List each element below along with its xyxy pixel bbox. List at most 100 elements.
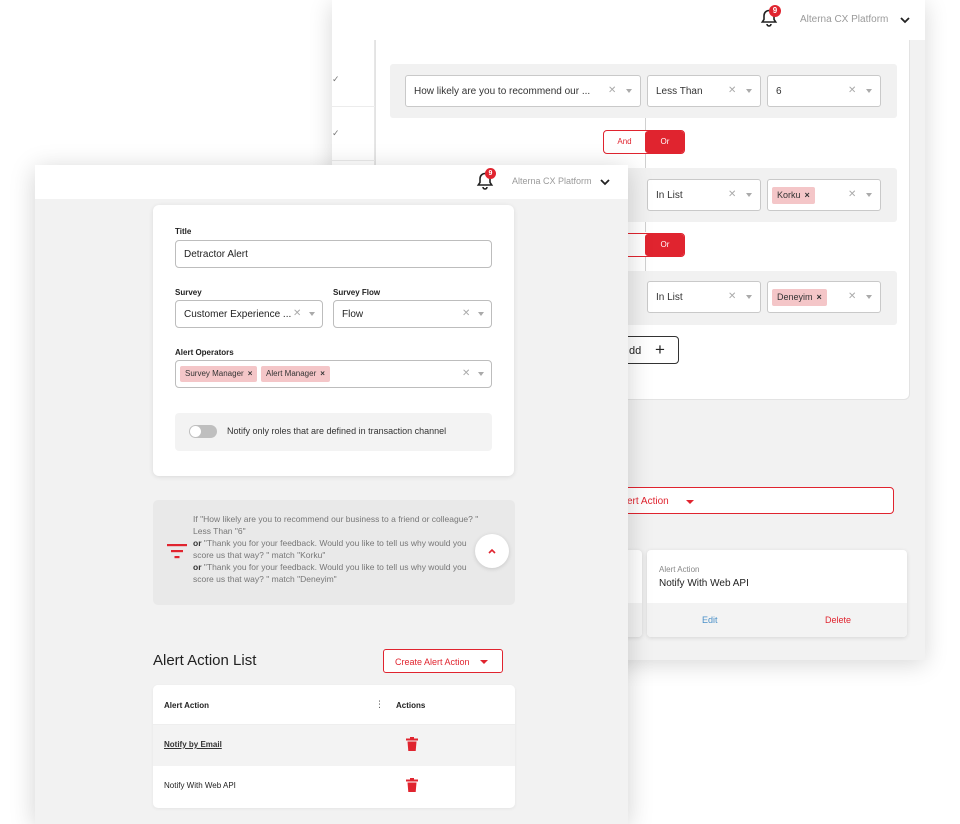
- row-name: Notify With Web API: [164, 781, 236, 790]
- survey-flow-label: Survey Flow: [333, 288, 381, 297]
- operator-select[interactable]: In List ✕: [647, 281, 761, 313]
- value-tag-select[interactable]: Korku × ✕: [767, 179, 881, 211]
- card-label: Alert Action: [659, 565, 700, 574]
- and-option[interactable]: And: [604, 131, 645, 153]
- question-select-value: How likely are you to recommend our ...: [414, 86, 591, 97]
- operator-select-value: Less Than: [656, 86, 703, 97]
- summary-line: "Thank you for your feedback. Would you …: [193, 538, 467, 560]
- value-tag-select[interactable]: Deneyim × ✕: [767, 281, 881, 313]
- column-menu-icon[interactable]: ⋮: [375, 699, 384, 710]
- alert-form-card: Title Detractor Alert Survey Customer Ex…: [153, 205, 514, 476]
- rule-summary-panel: If "How likely are you to recommend our …: [153, 500, 515, 605]
- chevron-down-icon[interactable]: [899, 13, 911, 25]
- clear-icon[interactable]: ✕: [462, 368, 470, 379]
- add-rule-label: dd: [629, 345, 642, 357]
- question-select[interactable]: How likely are you to recommend our ... …: [405, 75, 641, 107]
- create-alert-action-button[interactable]: Create Alert Action: [383, 649, 503, 673]
- alert-action-table: Alert Action ⋮ Actions Notify by Email N…: [153, 685, 515, 808]
- platform-name: Alterna CX Platform: [800, 14, 889, 25]
- collapse-summary-button[interactable]: [475, 534, 509, 568]
- value-tag: Korku ×: [772, 187, 815, 204]
- column-header-actions: Actions: [396, 701, 426, 710]
- or-option[interactable]: Or: [645, 131, 684, 153]
- clear-icon[interactable]: ✕: [462, 308, 470, 319]
- top-header: 9 Alterna CX Platform: [332, 0, 925, 40]
- survey-flow-select-value: Flow: [342, 309, 364, 320]
- dropdown-caret-icon[interactable]: [746, 295, 752, 299]
- table-row[interactable]: Notify With Web API: [153, 766, 515, 807]
- column-header-alert-action: Alert Action: [164, 701, 210, 710]
- table-row[interactable]: Notify by Email: [153, 725, 515, 766]
- dropdown-caret-icon[interactable]: [746, 193, 752, 197]
- and-or-toggle[interactable]: And Or: [603, 130, 685, 154]
- notify-roles-toggle-row: Notify only roles that are defined in tr…: [175, 413, 492, 451]
- notification-badge: 9: [485, 168, 496, 179]
- clear-icon[interactable]: ✕: [293, 308, 301, 319]
- notification-bell-icon[interactable]: 9: [759, 5, 781, 30]
- or-option[interactable]: Or: [645, 234, 684, 256]
- alert-action-select-button[interactable]: ert Action: [600, 487, 894, 514]
- dropdown-caret-icon[interactable]: [866, 89, 872, 93]
- clear-icon[interactable]: ✕: [728, 189, 736, 200]
- create-alert-action-label: Create Alert Action: [395, 657, 470, 667]
- sidebar-strip: ✓ ✓: [332, 40, 375, 170]
- alert-operators-select[interactable]: Survey Manager × Alert Manager × ✕: [175, 360, 492, 388]
- card-value: Notify With Web API: [659, 578, 749, 589]
- caret-down-icon: [480, 660, 488, 664]
- rule-row: How likely are you to recommend our ... …: [390, 64, 897, 118]
- title-label: Title: [175, 227, 192, 236]
- row-name-link[interactable]: Notify by Email: [164, 740, 222, 749]
- remove-tag-icon[interactable]: ×: [248, 369, 253, 378]
- plus-icon: +: [655, 340, 665, 359]
- dropdown-caret-icon[interactable]: [478, 312, 484, 316]
- dropdown-caret-icon[interactable]: [866, 193, 872, 197]
- table-header: Alert Action ⋮ Actions: [153, 685, 515, 725]
- clear-icon[interactable]: ✕: [848, 189, 856, 200]
- dropdown-caret-icon[interactable]: [309, 312, 315, 316]
- operator-select[interactable]: In List ✕: [647, 179, 761, 211]
- clear-icon[interactable]: ✕: [608, 85, 616, 96]
- dropdown-caret-icon[interactable]: [478, 372, 484, 376]
- operator-select[interactable]: Less Than ✕: [647, 75, 761, 107]
- remove-tag-icon[interactable]: ×: [817, 292, 822, 302]
- remove-tag-icon[interactable]: ×: [805, 190, 810, 200]
- survey-flow-select[interactable]: Flow ✕: [333, 300, 492, 328]
- divider: [332, 160, 375, 161]
- operator-tag: Alert Manager ×: [261, 366, 330, 382]
- chevron-down-icon[interactable]: [599, 175, 611, 187]
- alert-action-list-title: Alert Action List: [153, 652, 257, 669]
- clear-icon[interactable]: ✕: [848, 85, 856, 96]
- operator-tag: Survey Manager ×: [180, 366, 258, 382]
- summary-or: or: [193, 538, 202, 548]
- clear-icon[interactable]: ✕: [848, 291, 856, 302]
- trash-icon[interactable]: [406, 778, 418, 792]
- notify-roles-switch[interactable]: [189, 425, 217, 438]
- connector-line: [645, 222, 646, 232]
- dropdown-caret-icon[interactable]: [626, 89, 632, 93]
- divider: [332, 106, 375, 107]
- title-input[interactable]: Detractor Alert: [175, 240, 492, 268]
- value-tag: Deneyim ×: [772, 289, 827, 306]
- value-input-text: 6: [776, 86, 782, 97]
- switch-knob: [190, 426, 201, 437]
- value-input[interactable]: 6 ✕: [767, 75, 881, 107]
- chevron-up-icon: [488, 548, 496, 554]
- dropdown-caret-icon[interactable]: [866, 295, 872, 299]
- dropdown-caret-icon[interactable]: [746, 89, 752, 93]
- delete-link[interactable]: Delete: [825, 615, 851, 625]
- survey-label: Survey: [175, 288, 202, 297]
- survey-select[interactable]: Customer Experience ... ✕: [175, 300, 323, 328]
- edit-link[interactable]: Edit: [702, 615, 718, 625]
- top-header: 9 Alterna CX Platform: [35, 165, 628, 199]
- operator-select-value: In List: [656, 292, 683, 303]
- trash-icon[interactable]: [406, 737, 418, 751]
- remove-tag-icon[interactable]: ×: [320, 369, 325, 378]
- connector-line: [645, 154, 646, 168]
- notification-bell-icon[interactable]: 9: [475, 168, 497, 193]
- clear-icon[interactable]: ✕: [728, 85, 736, 96]
- operator-select-value: In List: [656, 190, 683, 201]
- check-icon: ✓: [332, 74, 340, 84]
- platform-name: Alterna CX Platform: [512, 176, 592, 186]
- connector-line: [645, 118, 646, 130]
- clear-icon[interactable]: ✕: [728, 291, 736, 302]
